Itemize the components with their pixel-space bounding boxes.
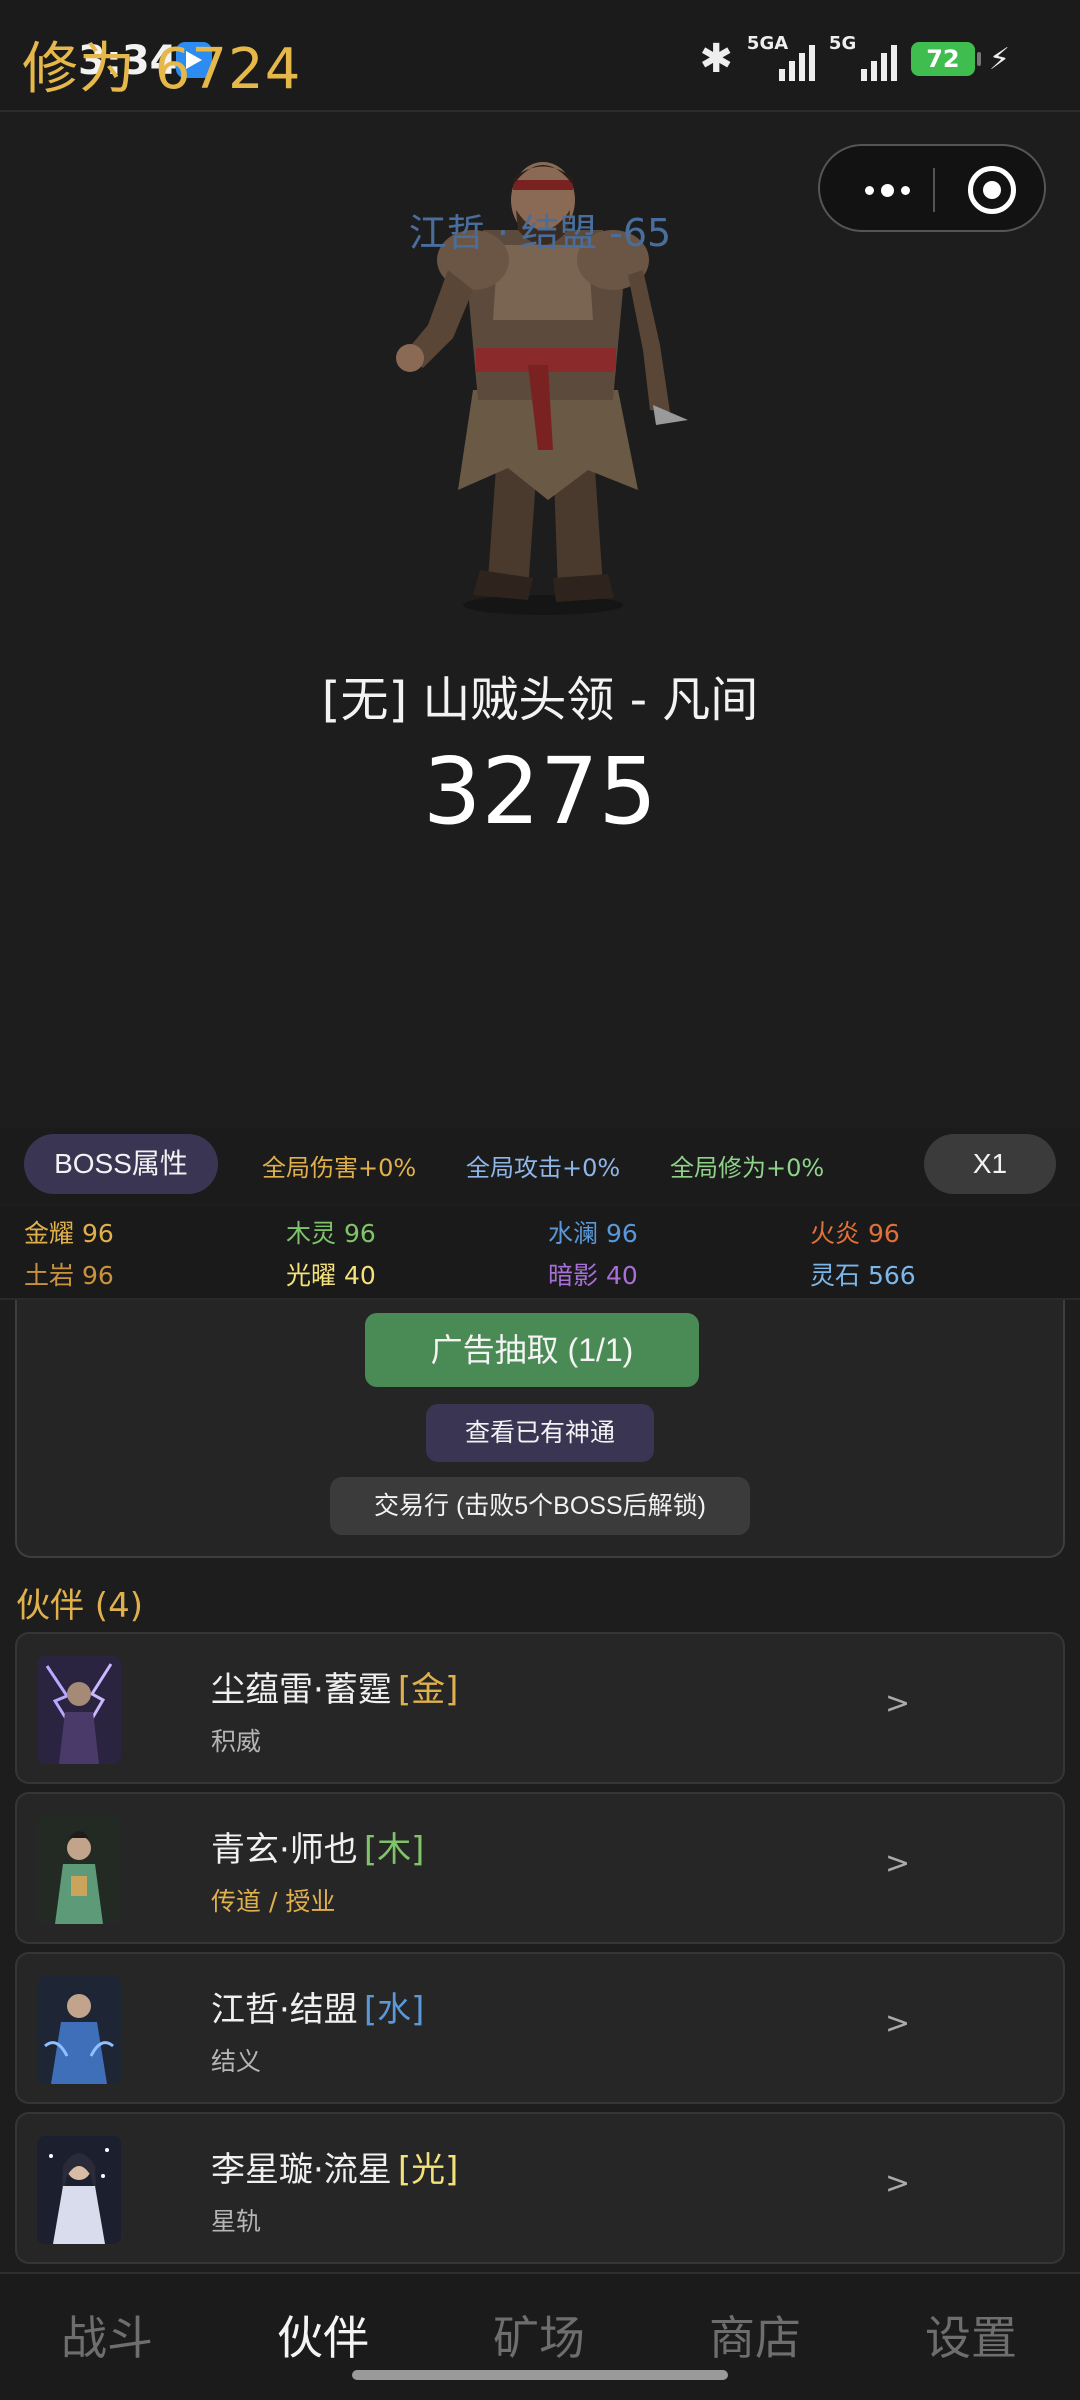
element-stats-grid: 金耀 96 木灵 96 水澜 96 火炎 96 土岩 96 光曜 40 暗影 4… (0, 1206, 1080, 1300)
nav-tab-mine[interactable]: 矿场 (449, 2302, 629, 2368)
home-indicator[interactable] (352, 2370, 728, 2380)
partner-card[interactable]: 江哲·结盟 [水] 结义 > (15, 1952, 1065, 2104)
partner-card[interactable]: 李星璇·流星 [光] 星轨 > (15, 2112, 1065, 2264)
global-damage-buff: 全局伤害+0% (262, 1154, 417, 1182)
global-attack-buff: 全局攻击+0% (466, 1154, 621, 1182)
element-stat: 土岩 96 (24, 1261, 114, 1290)
partner-avatar (37, 1816, 121, 1924)
partner-element: [水] (363, 1990, 425, 2030)
partner-name: 李星璇·流星 [光] (211, 2150, 459, 2190)
partner-skill: 积威 (211, 1727, 262, 1756)
element-stat: 木灵 96 (286, 1219, 376, 1248)
partner-card[interactable]: 青玄·师也 [木] 传道 / 授业 > (15, 1792, 1065, 1944)
bottom-navigation: 战斗 伙伴 矿场 商店 设置 (0, 2272, 1080, 2400)
partner-avatar (37, 2136, 121, 2244)
chevron-right-icon: > (885, 1846, 911, 1881)
boss-name: [无] 山贼头领 - 凡间 (321, 672, 759, 728)
partners-section-title: 伙伴 (4) (16, 1586, 143, 1626)
view-skills-button[interactable]: 查看已有神通 (426, 1404, 654, 1462)
signal-5g-icon: 5G (829, 33, 897, 81)
nav-tab-settings[interactable]: 设置 (881, 2302, 1061, 2368)
bluetooth-icon: ✱ (699, 36, 733, 82)
status-indicators: ✱ 5GA 5G 72 ⚡ (699, 33, 1010, 82)
chevron-right-icon: > (885, 2006, 911, 2041)
partner-element: [木] (363, 1830, 425, 1870)
cultivation-counter: 修为 6724 (22, 37, 302, 102)
partner-skill: 传道 / 授业 (211, 1887, 336, 1916)
partner-name: 尘蕴雷·蓄霆 [金] (211, 1670, 459, 1710)
global-cultivation-buff: 全局修为+0% (670, 1154, 825, 1182)
element-stat: 光曜 40 (286, 1261, 376, 1290)
nav-tab-shop[interactable]: 商店 (665, 2302, 845, 2368)
element-stat: 火炎 96 (810, 1219, 900, 1248)
global-buff-bar: BOSS属性 全局伤害+0% 全局攻击+0% 全局修为+0% X1 (0, 1128, 1080, 1204)
partner-skill: 结义 (211, 2047, 262, 2076)
partner-name: 青玄·师也 [木] (211, 1830, 425, 1870)
chevron-right-icon: > (885, 1686, 911, 1721)
ad-draw-button[interactable]: 广告抽取 (1/1) (365, 1313, 699, 1387)
partner-avatar (37, 1976, 121, 2084)
partner-card[interactable]: 尘蕴雷·蓄霆 [金] 积威 > (15, 1632, 1065, 1784)
spirit-stone-count: 灵石 566 (810, 1261, 916, 1290)
partner-element: [金] (397, 1670, 459, 1710)
element-stat: 金耀 96 (24, 1219, 114, 1248)
partner-element: [光] (397, 2150, 459, 2190)
signal-5ga-icon: 5GA (747, 33, 815, 81)
status-bar: 3:34 修为 6724 ✱ 5GA 5G 72 ⚡ (0, 0, 1080, 112)
nav-tab-battle[interactable]: 战斗 (17, 2302, 197, 2368)
chevron-right-icon: > (885, 2166, 911, 2201)
partner-skill: 星轨 (211, 2207, 262, 2236)
boss-damage-floating-text: 江哲 · 结盟 -65 (408, 211, 672, 255)
partner-avatar (37, 1656, 121, 1764)
element-stat: 暗影 40 (548, 1261, 638, 1290)
speed-multiplier-button[interactable]: X1 (924, 1134, 1056, 1194)
boss-hp: 3275 (422, 738, 658, 845)
element-stat: 水澜 96 (548, 1219, 638, 1248)
charging-icon: ⚡ (988, 41, 1010, 77)
battery-icon: 72 (910, 42, 981, 76)
partner-name: 江哲·结盟 [水] (211, 1990, 425, 2030)
trading-house-button[interactable]: 交易行 (击败5个BOSS后解锁) (330, 1477, 750, 1535)
boss-attributes-button[interactable]: BOSS属性 (24, 1134, 218, 1194)
nav-tab-partners[interactable]: 伙伴 (233, 2302, 413, 2368)
